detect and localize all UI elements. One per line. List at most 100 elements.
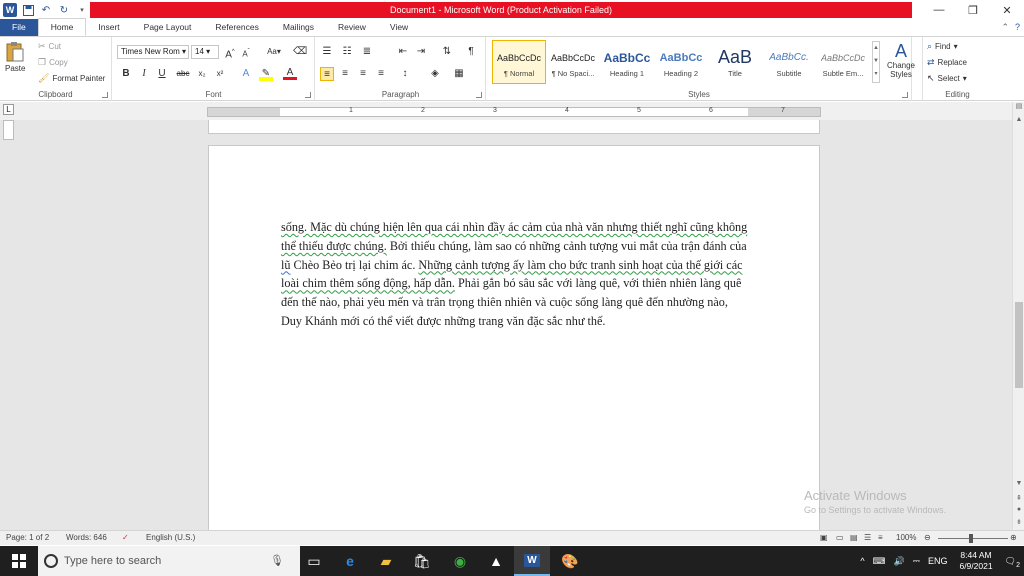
strikethrough-button[interactable]: abc — [175, 67, 191, 81]
numbering-icon[interactable]: ☷ — [340, 45, 354, 59]
tab-references[interactable]: References — [203, 19, 270, 36]
tab-review[interactable]: Review — [326, 19, 378, 36]
highlight-icon[interactable]: ✎ — [259, 67, 273, 81]
zoom-slider-thumb[interactable] — [969, 534, 973, 543]
bold-button[interactable]: B — [119, 67, 133, 81]
file-explorer-icon[interactable]: ▰ — [368, 546, 404, 576]
scroll-up-icon[interactable]: ▲ — [1013, 116, 1024, 126]
save-icon[interactable] — [21, 3, 35, 17]
full-screen-icon[interactable]: ▭ — [836, 533, 844, 542]
customize-icon[interactable]: ▾ — [75, 3, 89, 17]
notification-icon[interactable]: 🗨 2 — [1001, 556, 1024, 569]
browse-object-icon[interactable]: ● — [1013, 506, 1024, 516]
grow-font-icon[interactable]: A^ — [223, 45, 237, 60]
style-normal[interactable]: AaBbCcDc ¶ Normal — [492, 40, 546, 84]
borders-icon[interactable]: ▦ — [452, 67, 466, 81]
styles-launcher-icon[interactable] — [902, 92, 908, 98]
sort-icon[interactable]: ⇅ — [440, 45, 454, 59]
font-color-icon[interactable]: A — [283, 67, 297, 80]
next-page-icon[interactable]: ⇟ — [1013, 518, 1024, 528]
start-button[interactable] — [0, 546, 38, 576]
clipboard-launcher-icon[interactable] — [102, 92, 108, 98]
tab-file[interactable]: File — [0, 19, 38, 36]
store-icon[interactable]: 🛍 — [404, 546, 440, 576]
redo-icon[interactable]: ↻ — [57, 3, 71, 17]
task-view-icon[interactable]: ▭ — [296, 546, 332, 576]
zoom-in-icon[interactable]: ⊕ — [1010, 533, 1017, 542]
taskbar-search[interactable]: Type here to search 🎙 — [38, 546, 300, 576]
microphone-icon[interactable]: 🎙 — [270, 554, 284, 567]
clear-format-icon[interactable]: ⌫ — [293, 45, 307, 59]
copy-button[interactable]: ❐ Copy — [38, 57, 68, 68]
style-subtle-emphasis[interactable]: AaBbCcDc Subtle Em... — [816, 40, 870, 84]
keyboard-icon[interactable]: ⌨ — [869, 556, 890, 567]
close-icon[interactable]: ✕ — [990, 0, 1024, 20]
tab-insert[interactable]: Insert — [86, 19, 131, 36]
input-language[interactable]: ENG — [924, 556, 952, 566]
zoom-slider[interactable] — [938, 538, 1008, 539]
tab-mailings[interactable]: Mailings — [271, 19, 326, 36]
cut-button[interactable]: ✂ Cut — [38, 41, 61, 52]
tab-selector[interactable]: L — [3, 104, 14, 115]
decrease-indent-icon[interactable]: ⇤ — [396, 45, 410, 59]
photos-icon[interactable]: ▲ — [478, 546, 514, 576]
help-icon[interactable]: ? — [1015, 22, 1020, 33]
undo-icon[interactable]: ↶ — [39, 3, 53, 17]
style-heading-1[interactable]: AaBbCc Heading 1 — [600, 40, 654, 84]
word-app-icon[interactable]: W — [3, 3, 17, 17]
ruler-toggle-icon[interactable]: ▤ — [1013, 102, 1024, 112]
web-layout-icon[interactable]: ▤ — [850, 533, 858, 542]
print-layout-icon[interactable]: ▣ — [820, 533, 828, 542]
vertical-ruler[interactable] — [3, 120, 14, 140]
change-case-button[interactable]: Aa▾ — [263, 45, 285, 59]
paste-button[interactable]: Paste — [5, 41, 25, 73]
network-icon[interactable]: ⎓ — [909, 556, 924, 567]
font-name-box[interactable]: Times New Rom ▾ — [117, 45, 189, 59]
restore-icon[interactable]: ❐ — [956, 0, 990, 20]
font-size-box[interactable]: 14 ▾ — [191, 45, 219, 59]
paint-icon[interactable]: 🎨 — [552, 546, 588, 576]
align-center-icon[interactable]: ≡ — [338, 67, 352, 81]
zoom-out-icon[interactable]: ⊖ — [924, 533, 931, 542]
document-body-text[interactable]: sống. Mặc dù chúng hiện lên qua cái nhìn… — [281, 218, 751, 331]
style-no-spacing[interactable]: AaBbCcDc ¶ No Spaci... — [546, 40, 600, 84]
replace-button[interactable]: ⇄ Replace — [927, 57, 967, 68]
line-spacing-icon[interactable]: ↕ — [398, 67, 412, 81]
document-page[interactable]: sống. Mặc dù chúng hiện lên qua cái nhìn… — [208, 145, 820, 530]
proofing-icon[interactable]: ✓ — [122, 533, 129, 542]
minimize-icon[interactable]: — — [922, 0, 956, 20]
style-title[interactable]: AaB Title — [708, 40, 762, 84]
vertical-scrollbar[interactable]: ▤ ▲ ▼ ⇞ ● ⇟ — [1012, 102, 1024, 530]
green-app-icon[interactable]: ◉ — [442, 546, 478, 576]
styles-gallery-scroll[interactable]: ▲ ▼ ▾ — [872, 41, 880, 83]
language-indicator[interactable]: English (U.S.) — [146, 533, 195, 542]
shrink-font-icon[interactable]: Aˇ — [239, 45, 253, 59]
justify-icon[interactable]: ≡ — [374, 67, 388, 81]
underline-button[interactable]: U — [155, 67, 169, 81]
select-button[interactable]: ↖ Select ▾ — [927, 73, 967, 84]
zoom-level[interactable]: 100% — [896, 533, 916, 542]
italic-button[interactable]: I — [137, 67, 151, 81]
tray-expand-icon[interactable]: ^ — [856, 556, 868, 566]
find-button[interactable]: ⌕ Find ▾ — [927, 41, 958, 52]
align-left-icon[interactable]: ≡ — [320, 67, 334, 81]
outline-icon[interactable]: ☰ — [864, 533, 871, 542]
subscript-button[interactable]: x₂ — [195, 67, 209, 81]
scrollbar-thumb[interactable] — [1015, 302, 1023, 388]
word-taskbar-icon[interactable]: W — [514, 546, 550, 576]
page-count[interactable]: Page: 1 of 2 — [6, 533, 49, 542]
superscript-button[interactable]: x² — [213, 67, 227, 81]
horizontal-ruler[interactable]: 1 2 3 4 5 6 7 — [207, 107, 821, 117]
tab-home[interactable]: Home — [37, 18, 87, 36]
paragraph-launcher-icon[interactable] — [476, 92, 482, 98]
volume-icon[interactable]: 🔊 — [890, 556, 909, 567]
text-effects-icon[interactable]: A — [239, 67, 253, 81]
show-marks-icon[interactable]: ¶ — [464, 45, 478, 59]
clock[interactable]: 8:44 AM 6/9/2021 — [951, 550, 1000, 572]
style-subtitle[interactable]: AaBbCc. Subtitle — [762, 40, 816, 84]
bullets-icon[interactable]: ☰ — [320, 45, 334, 59]
style-heading-2[interactable]: AaBbCc Heading 2 — [654, 40, 708, 84]
format-painter-button[interactable]: 🖌 Format Painter — [38, 73, 105, 84]
tab-page-layout[interactable]: Page Layout — [132, 19, 204, 36]
tab-view[interactable]: View — [378, 19, 420, 36]
